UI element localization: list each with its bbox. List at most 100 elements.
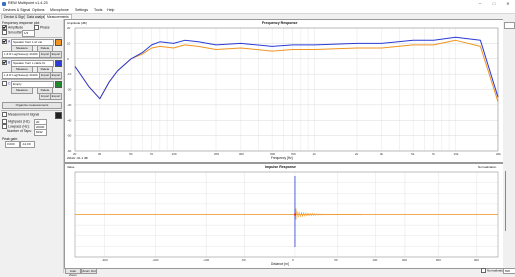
fr-xtick-label: 1k (313, 152, 317, 156)
ir-normalization-label: Normalization (478, 165, 497, 169)
fr-xtick-label: 3k (380, 152, 384, 156)
trace2-checkbox[interactable] (2, 60, 7, 65)
ir-xtick-label: -100 (203, 258, 209, 262)
fr-ytick-label: 0 (67, 57, 69, 61)
trace1-export-button[interactable]: Export (50, 51, 62, 58)
smoothing-checkbox[interactable] (2, 30, 7, 35)
ir-xtick-label: 300 (436, 258, 441, 262)
trace2-log-select[interactable]: L & R Log(Sweep) 44100 (2, 72, 41, 79)
trace2-export-button[interactable]: Export (50, 72, 62, 79)
ir-xtick-label: -50 (241, 258, 246, 262)
fr-xtick-label: 200 (214, 152, 219, 156)
menu-options[interactable]: Options (32, 8, 44, 12)
fr-xtick-label: 20k (496, 152, 501, 156)
fr-ytick-label: -20 (67, 88, 72, 92)
fr-chart-title: Frequency Response (262, 21, 298, 25)
close-button[interactable]: ✕ (501, 0, 515, 7)
fr-xtick-label: 70 (150, 152, 154, 156)
maximize-button[interactable]: □ (487, 0, 501, 7)
fr-ytick-label: -40 (67, 118, 72, 122)
menu-help[interactable]: Help (107, 8, 114, 12)
fr-ytick-label: 10 (67, 41, 71, 45)
trace1-log-select[interactable]: L & R Log(Sweep) 44100 (2, 51, 41, 58)
ir-chart-title: Impulse Response (265, 165, 296, 169)
lowpass-label: Lowpass (Hz): (8, 124, 30, 129)
fr-xlabel: Frequency [Hz] (271, 156, 293, 160)
fr-xtick-label: 7k (432, 152, 436, 156)
highpass-label: Highpass (Hz): (8, 119, 31, 124)
ir-xtick-label: 50 (334, 258, 338, 262)
ir-ylabel: Value (67, 165, 75, 169)
trace1-color-swatch[interactable] (55, 39, 62, 46)
trace3-measure-button[interactable]: Measure (11, 87, 33, 94)
amplitude-label: Amplitude (8, 25, 24, 30)
divider (1, 110, 62, 111)
trace3-checkbox[interactable] (2, 81, 7, 86)
smoothing-select[interactable]: 1/3 (22, 30, 35, 37)
measurement-signal-option[interactable]: Measurement Signal (2, 112, 39, 117)
meas-signal-checkbox[interactable] (2, 112, 7, 117)
left-panel: Frequency response plot Amplitude Phase … (0, 19, 64, 273)
fr-ylabel: Amplitude [dB] (67, 21, 87, 25)
zoom-out-button[interactable]: Zoom Out (81, 268, 97, 274)
fr-xtick-label: 100 (172, 152, 177, 156)
fr-cursor-readout: 20kHz -61.1 dB (67, 156, 88, 160)
fr-xtick-label: 5k (411, 152, 415, 156)
fr-xtick-label: 30 (98, 152, 102, 156)
phase-option[interactable]: Phase (34, 25, 50, 30)
auto-zoom-button[interactable]: Auto Zoom (65, 268, 81, 277)
normalization-input[interactable]: 500 (503, 268, 515, 274)
trace3-export-button[interactable]: Export (50, 93, 62, 100)
trace2-id: B (8, 60, 11, 65)
normalization-checkbox[interactable] (481, 268, 486, 273)
trace2-color-swatch[interactable] (55, 60, 62, 67)
trace1-checkbox[interactable] (2, 39, 7, 44)
ir-xtick-label: -300 (102, 258, 108, 262)
minimize-button[interactable]: – (473, 0, 487, 7)
peak-gain-input-2[interactable]: -12.00 (20, 141, 35, 148)
phase-label: Phase (40, 25, 50, 30)
menu-tools[interactable]: Tools (94, 8, 102, 12)
divider (1, 79, 62, 80)
ir-zoom-slider[interactable] (505, 171, 506, 231)
fr-zoom-control[interactable] (504, 22, 515, 29)
ir-xlabel: Distance [m] (271, 262, 289, 266)
divider (1, 58, 62, 59)
menu-settings[interactable]: Settings (75, 8, 88, 12)
meas-signal-color-swatch[interactable] (55, 112, 62, 119)
window-title: REW Multipoint v1.4.23 (8, 1, 48, 6)
ir-xtick-label: 100 (372, 258, 377, 262)
app-icon (2, 1, 6, 6)
ir-cursor-marker[interactable] (294, 213, 296, 216)
trace2-toggle[interactable]: B (2, 60, 10, 65)
peak-gain-input[interactable]: 0.000 (5, 141, 20, 148)
trace1-toggle[interactable]: A (2, 39, 10, 44)
frequency-response-chart[interactable]: 20100-10-20-30-40-50-6020 30 50 70 100 200 300… (65, 20, 503, 162)
fr-ytick-label: -30 (67, 103, 72, 107)
organize-measurements-button[interactable]: Organize measurements (2, 102, 62, 109)
trace1-id: A (8, 39, 11, 44)
trace3-toggle[interactable]: C (2, 81, 10, 86)
ir-xtick-label: 400 (474, 258, 479, 262)
fr-xtick-label: 2k (355, 152, 359, 156)
fr-xtick-label: 50 (129, 152, 133, 156)
normalization-option[interactable]: Normalization (481, 268, 505, 273)
right-toolbar: Normalization (478, 19, 515, 273)
trace3-color-swatch[interactable] (55, 81, 62, 88)
taps-label: Number of Taps: (7, 129, 32, 133)
frequency-response-panel: 20 10 0 -10 -20 -30 -40 -50 -60 20 30 50 70 100 200 300… (64, 19, 504, 163)
ir-xtick-label: -200 (152, 258, 158, 262)
fr-ytick-label: -60 (67, 149, 72, 153)
fr-xtick-label: 300 (239, 152, 244, 156)
smoothing-option[interactable]: Smoothing (2, 30, 24, 35)
taps-input[interactable]: 8192 (34, 129, 47, 136)
fr-xtick-label: 10k (454, 152, 459, 156)
fr-ytick-label: -50 (67, 134, 72, 138)
ir-xtick-label: 0 (292, 258, 294, 262)
impulse-response-chart[interactable]: -300 -200 -100 -50 0 50 100 200 300 400 (65, 164, 503, 268)
menu-devices[interactable]: Devices & Signal (3, 8, 30, 12)
menu-microphone[interactable]: Microphone (50, 8, 69, 12)
divider (1, 37, 62, 38)
impulse-response-panel: -300 -200 -100 -50 0 50 100 200 300 400 Impulse R… (64, 163, 504, 269)
fr-ytick-label: -10 (67, 72, 72, 76)
